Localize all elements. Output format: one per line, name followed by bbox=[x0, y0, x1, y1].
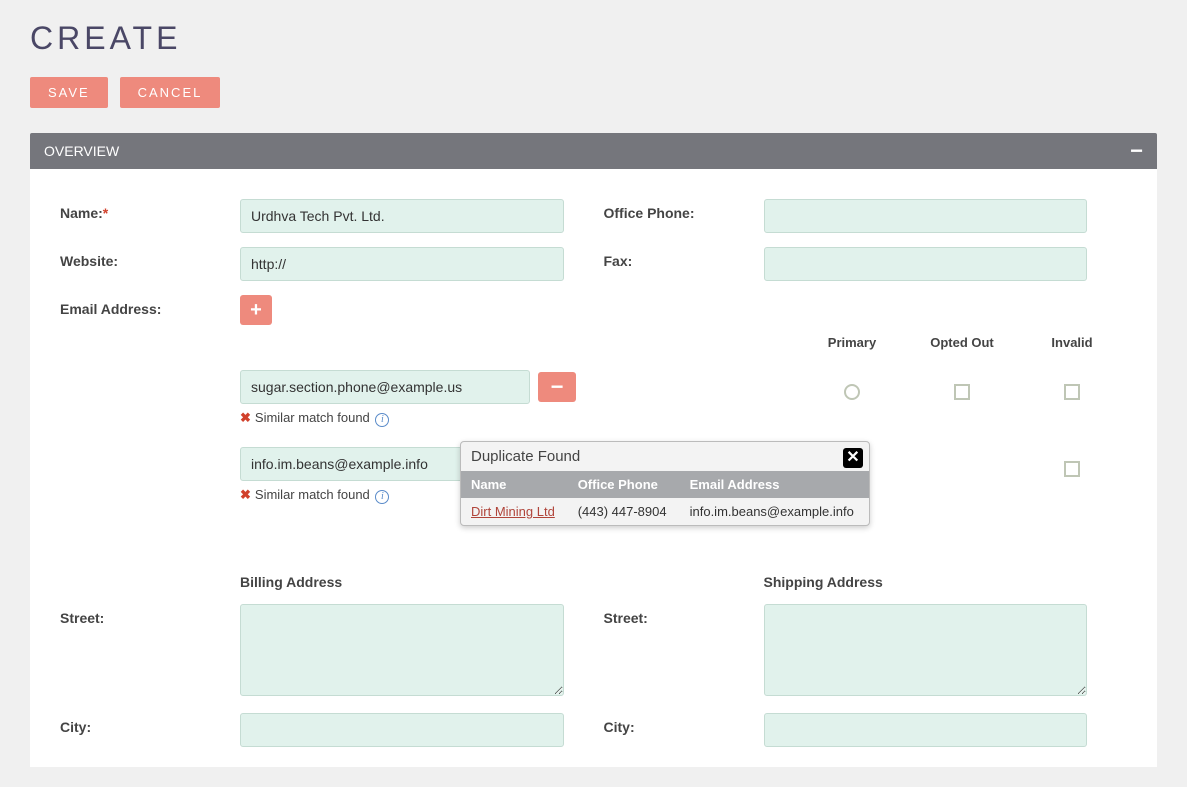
save-button[interactable]: SAVE bbox=[30, 77, 108, 108]
shipping-street-label: Street: bbox=[604, 604, 764, 626]
office-phone-label: Office Phone: bbox=[604, 199, 764, 221]
office-phone-input[interactable] bbox=[764, 199, 1088, 233]
page-title: CREATE bbox=[30, 20, 1157, 57]
dup-col-phone: Office Phone bbox=[568, 471, 680, 498]
billing-city-label: City: bbox=[60, 713, 240, 735]
fax-input[interactable] bbox=[764, 247, 1088, 281]
dup-col-name: Name bbox=[461, 471, 568, 498]
shipping-street-textarea[interactable] bbox=[764, 604, 1088, 696]
opted-out-checkbox-1[interactable] bbox=[954, 384, 970, 400]
duplicate-email: info.im.beans@example.info bbox=[680, 498, 869, 525]
fax-label: Fax: bbox=[604, 247, 764, 269]
cancel-button[interactable]: CANCEL bbox=[120, 77, 221, 108]
website-label: Website: bbox=[60, 247, 240, 269]
billing-city-input[interactable] bbox=[240, 713, 564, 747]
match-found-1: ✖Similar match found i bbox=[240, 410, 797, 427]
duplicate-name-link[interactable]: Dirt Mining Ltd bbox=[471, 504, 555, 519]
shipping-address-title: Shipping Address bbox=[764, 574, 1128, 590]
x-icon: ✖ bbox=[240, 410, 251, 425]
info-icon[interactable]: i bbox=[375, 490, 389, 504]
name-input[interactable] bbox=[240, 199, 564, 233]
duplicate-table: Name Office Phone Email Address Dirt Min… bbox=[461, 471, 869, 525]
shipping-city-label: City: bbox=[604, 713, 764, 735]
duplicate-found-popup: ✕ Duplicate Found Name Office Phone Emai… bbox=[460, 441, 870, 526]
primary-radio-1[interactable] bbox=[844, 384, 860, 400]
overview-panel: Name:* Office Phone: Website: Fax: Email… bbox=[30, 169, 1157, 767]
collapse-icon[interactable]: − bbox=[1130, 140, 1143, 162]
remove-email-button-1[interactable]: − bbox=[538, 372, 576, 402]
invalid-column-header: Invalid bbox=[1017, 335, 1127, 350]
billing-street-label: Street: bbox=[60, 604, 240, 626]
overview-section-header[interactable]: OVERVIEW − bbox=[30, 133, 1157, 169]
billing-address-title: Billing Address bbox=[240, 574, 604, 590]
opted-out-column-header: Opted Out bbox=[907, 335, 1017, 350]
info-icon[interactable]: i bbox=[375, 413, 389, 427]
email-input-1[interactable] bbox=[240, 370, 530, 404]
action-button-row: SAVE CANCEL bbox=[30, 77, 1157, 108]
required-mark: * bbox=[103, 205, 108, 221]
invalid-checkbox-2[interactable] bbox=[1064, 461, 1080, 477]
close-icon[interactable]: ✕ bbox=[843, 448, 863, 468]
add-email-button[interactable]: + bbox=[240, 295, 272, 325]
duplicate-popup-title: Duplicate Found bbox=[461, 442, 869, 471]
shipping-city-input[interactable] bbox=[764, 713, 1088, 747]
invalid-checkbox-1[interactable] bbox=[1064, 384, 1080, 400]
primary-column-header: Primary bbox=[797, 335, 907, 350]
duplicate-phone: (443) 447-8904 bbox=[568, 498, 680, 525]
website-input[interactable] bbox=[240, 247, 564, 281]
dup-col-email: Email Address bbox=[680, 471, 869, 498]
overview-section-title: OVERVIEW bbox=[44, 143, 119, 159]
email-label: Email Address: bbox=[60, 295, 240, 317]
billing-street-textarea[interactable] bbox=[240, 604, 564, 696]
name-label: Name:* bbox=[60, 199, 240, 221]
x-icon: ✖ bbox=[240, 487, 251, 502]
duplicate-row: Dirt Mining Ltd (443) 447-8904 info.im.b… bbox=[461, 498, 869, 525]
